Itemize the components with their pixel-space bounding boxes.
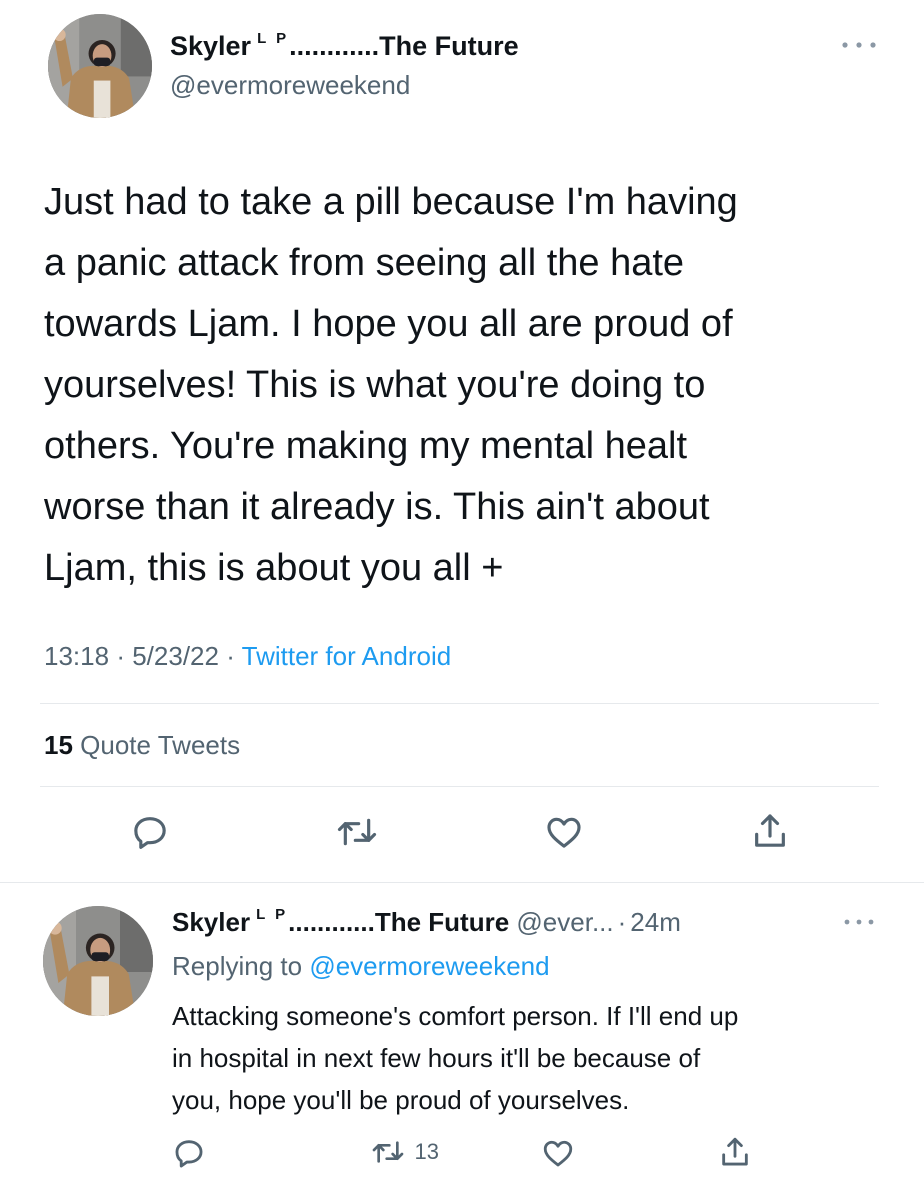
- avatar[interactable]: [43, 906, 153, 1016]
- meta-separator: ·: [116, 641, 125, 671]
- meta-separator: ·: [226, 641, 235, 671]
- avatar-photo: [48, 14, 152, 118]
- tweet-body-line: yourselves! This is what you're doing to: [44, 364, 706, 406]
- tweet-body-line: Just had to take a pill because I'm havi…: [44, 181, 738, 223]
- display-name[interactable]: Skyler L P............The Future: [172, 906, 510, 937]
- quote-label: Quote Tweets: [80, 730, 241, 760]
- divider: [40, 703, 879, 704]
- replying-handle[interactable]: @evermoreweekend: [309, 951, 549, 981]
- tweet-source[interactable]: Twitter for Android: [242, 641, 452, 671]
- display-name-text: Skyler: [170, 31, 252, 61]
- retweet-count: 13: [414, 1139, 439, 1164]
- name-superscript: L P: [257, 30, 290, 47]
- more-horizontal-icon[interactable]: [842, 917, 876, 927]
- replying-to: Replying to @evermoreweekend: [172, 951, 550, 982]
- more-horizontal-icon[interactable]: [840, 40, 878, 50]
- avatar[interactable]: [48, 14, 152, 118]
- name-superscript: L P: [256, 906, 289, 923]
- tweet-body: Just had to take a pill because I'm havi…: [44, 172, 904, 599]
- quote-count: 15: [44, 730, 73, 760]
- reply-icon[interactable]: [130, 812, 170, 852]
- tweet-meta: 13:18 · 5/23/22 · Twitter for Android: [44, 641, 451, 672]
- handle[interactable]: @ever...: [516, 907, 613, 937]
- tweet-separator: [0, 882, 924, 883]
- retweet-action[interactable]: 13: [370, 1136, 439, 1168]
- tweet-body: Attacking someone's comfort person. If I…: [172, 995, 892, 1121]
- tweet-date[interactable]: 5/23/22: [132, 641, 219, 671]
- name-suffix: ............The Future: [289, 31, 519, 61]
- display-name[interactable]: Skyler L P............The Future: [170, 30, 519, 62]
- meta-separator: ·: [617, 907, 627, 937]
- tweet-body-line: towards Ljam. I hope you all are proud o…: [44, 303, 733, 345]
- display-name-text: Skyler: [172, 907, 251, 937]
- tweet-body-line: you, hope you'll be proud of yourselves.: [172, 1085, 630, 1115]
- tweet-time[interactable]: 13:18: [44, 641, 109, 671]
- retweet-icon: [370, 1136, 406, 1168]
- handle[interactable]: @evermoreweekend: [170, 70, 410, 101]
- tweet-body-line: a panic attack from seeing all the hate: [44, 242, 685, 284]
- retweet-icon[interactable]: [335, 812, 379, 852]
- replying-prefix: Replying to: [172, 951, 303, 981]
- reply-icon[interactable]: [172, 1136, 206, 1170]
- tweet-body-line: Ljam, this is about you all +: [44, 547, 504, 589]
- heart-icon[interactable]: [543, 812, 585, 852]
- divider: [40, 786, 879, 787]
- tweet-body-line: Attacking someone's comfort person. If I…: [172, 1001, 739, 1031]
- tweet-body-line: others. You're making my mental healt: [44, 425, 688, 467]
- tweet-body-line: in hospital in next few hours it'll be b…: [172, 1043, 701, 1073]
- avatar-photo: [43, 906, 153, 1016]
- name-suffix: ............The Future: [288, 907, 510, 937]
- share-icon[interactable]: [750, 810, 790, 852]
- tweet-age[interactable]: 24m: [630, 907, 681, 937]
- tweet-body-line: worse than it already is. This ain't abo…: [44, 486, 710, 528]
- heart-icon[interactable]: [540, 1136, 576, 1170]
- reply-header: Skyler L P............The Future @ever...…: [172, 906, 681, 938]
- quote-tweets-stat[interactable]: 15 Quote Tweets: [44, 730, 240, 761]
- share-icon[interactable]: [718, 1134, 752, 1170]
